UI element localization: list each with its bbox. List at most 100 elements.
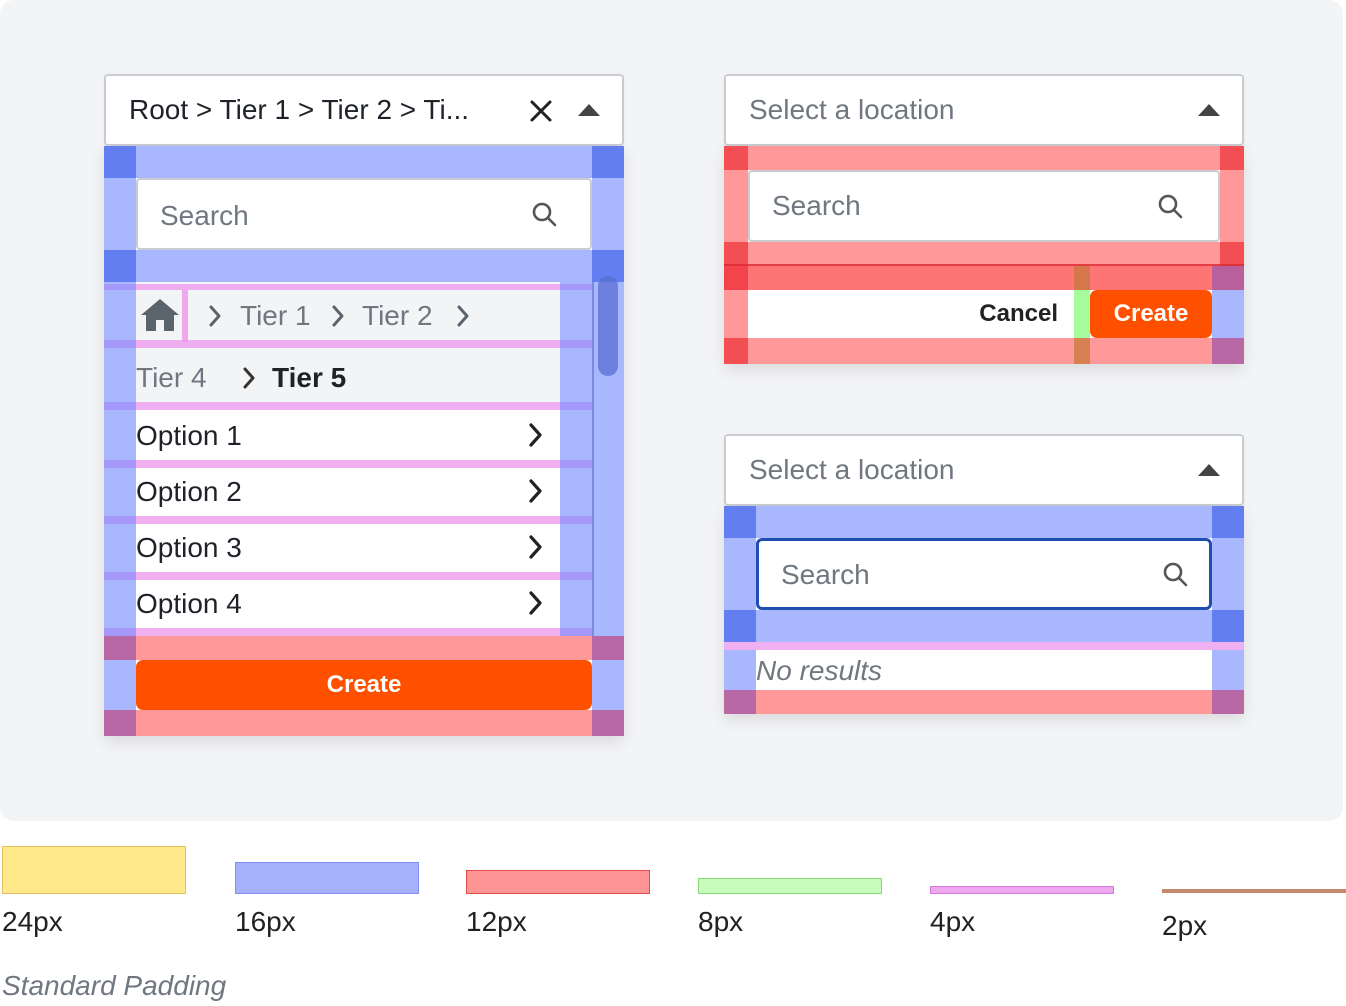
selected-path: Root > Tier 1 > Tier 2 > Ti... xyxy=(129,94,470,125)
list-item[interactable]: Option 2 xyxy=(136,468,560,516)
pad-overlay xyxy=(724,690,756,714)
bottom-right-dropdown: Search No results xyxy=(724,506,1244,714)
pad-overlay xyxy=(104,402,592,410)
pad-overlay xyxy=(724,338,1244,364)
search-placeholder: Search xyxy=(160,200,249,231)
pad-overlay xyxy=(104,710,136,736)
pad-overlay xyxy=(104,516,592,524)
search-placeholder: Search xyxy=(781,559,870,590)
legend-label: 4px xyxy=(930,906,976,937)
pad-overlay xyxy=(724,146,1244,170)
pad-overlay xyxy=(1220,146,1244,170)
pad-overlay xyxy=(724,146,748,170)
legend-label: 8px xyxy=(698,906,744,937)
pad-overlay xyxy=(724,650,756,690)
chevron-right-icon xyxy=(529,591,542,615)
pad-overlay xyxy=(104,146,136,178)
pad-overlay xyxy=(724,242,748,266)
top-right-search-input[interactable]: Search xyxy=(748,170,1220,242)
pad-overlay xyxy=(592,636,624,660)
legend-label: 12px xyxy=(466,906,527,937)
legend-label: 16px xyxy=(235,906,296,937)
breadcrumb-current: Tier 5 xyxy=(272,362,347,393)
pad-overlay xyxy=(724,538,756,610)
list-item[interactable]: Option 1 xyxy=(136,410,560,460)
pad-overlay xyxy=(1220,242,1244,266)
left-list: Tier 1 Tier 2 Tier 4 Tier 5 Option 1 Opt… xyxy=(104,282,592,636)
cancel-label: Cancel xyxy=(979,300,1058,327)
legend-swatch-24px xyxy=(2,846,186,894)
pad-overlay xyxy=(724,610,1244,642)
bottom-right-search-input[interactable]: Search xyxy=(756,538,1212,610)
chevron-right-icon xyxy=(243,367,255,389)
pad-overlay xyxy=(1212,506,1244,538)
pad-overlay xyxy=(724,506,756,538)
pad-overlay xyxy=(1212,290,1244,338)
legend-swatch-2px xyxy=(1162,889,1346,893)
top-right-dropdown: Search Cancel Create xyxy=(724,146,1244,364)
breadcrumb-item[interactable]: Tier 2 xyxy=(362,302,433,330)
left-select-trigger[interactable]: Root > Tier 1 > Tier 2 > Ti... xyxy=(104,74,624,146)
create-button[interactable]: Create xyxy=(136,660,592,710)
legend-swatch-16px xyxy=(235,862,419,894)
pad-overlay xyxy=(1212,266,1244,290)
pad-overlay xyxy=(1074,338,1090,364)
option-label: Option 2 xyxy=(136,476,242,507)
empty-message: No results xyxy=(756,655,883,686)
pad-overlay xyxy=(592,710,624,736)
search-icon xyxy=(1158,194,1183,219)
pad-overlay xyxy=(104,250,136,282)
bottom-right-select-trigger[interactable]: Select a location xyxy=(724,434,1244,506)
legend-label: 24px xyxy=(2,906,63,937)
caret-up-icon[interactable] xyxy=(1198,104,1220,116)
select-placeholder: Select a location xyxy=(749,454,955,485)
caret-up-icon[interactable] xyxy=(1198,464,1220,476)
pad-overlay xyxy=(1212,538,1244,610)
option-label: Option 1 xyxy=(136,420,242,451)
pad-overlay xyxy=(1212,650,1244,690)
pad-overlay xyxy=(724,338,748,364)
pad-overlay xyxy=(1220,170,1244,242)
pad-overlay xyxy=(104,460,592,468)
pad-overlay xyxy=(1074,290,1090,338)
pad-overlay xyxy=(724,506,1244,538)
pad-overlay xyxy=(1212,338,1244,364)
pad-overlay xyxy=(724,690,1244,714)
top-right-select-trigger[interactable]: Select a location xyxy=(724,74,1244,146)
create-button[interactable]: Create xyxy=(1090,290,1212,338)
scrollbar-thumb[interactable] xyxy=(598,276,618,376)
pad-overlay xyxy=(592,660,624,710)
chevron-right-icon xyxy=(529,423,542,447)
pad-overlay xyxy=(104,710,624,736)
pad-overlay xyxy=(104,146,624,178)
pad-overlay xyxy=(724,266,748,290)
chevron-right-icon xyxy=(209,305,221,327)
close-icon[interactable] xyxy=(528,98,554,124)
search-icon xyxy=(1163,562,1188,587)
legend-swatch-8px xyxy=(698,878,882,894)
home-icon xyxy=(141,299,179,331)
chevron-right-icon xyxy=(529,535,542,559)
pad-overlay xyxy=(1074,266,1090,290)
list-item[interactable]: Option 4 xyxy=(136,580,560,628)
pad-overlay xyxy=(104,660,136,710)
breadcrumb-item[interactable]: Tier 4 xyxy=(136,364,207,392)
chevron-right-icon xyxy=(529,479,542,503)
pad-overlay xyxy=(1212,690,1244,714)
left-search-input[interactable]: Search xyxy=(136,178,592,250)
breadcrumb-item[interactable]: Tier 1 xyxy=(240,302,311,330)
pad-overlay xyxy=(592,146,624,178)
caret-up-icon[interactable] xyxy=(578,104,600,116)
pad-overlay xyxy=(104,636,136,660)
pad-overlay xyxy=(724,170,748,242)
pad-overlay xyxy=(104,636,624,660)
home-breadcrumb-button[interactable] xyxy=(136,290,188,342)
pad-overlay xyxy=(104,572,592,580)
option-label: Option 3 xyxy=(136,532,242,563)
chevron-right-icon xyxy=(457,305,469,327)
pad-overlay xyxy=(592,178,624,250)
cancel-button[interactable]: Cancel xyxy=(950,290,1074,338)
pad-overlay xyxy=(104,250,624,282)
scrollbar-track[interactable] xyxy=(592,282,594,636)
list-item[interactable]: Option 3 xyxy=(136,524,560,572)
